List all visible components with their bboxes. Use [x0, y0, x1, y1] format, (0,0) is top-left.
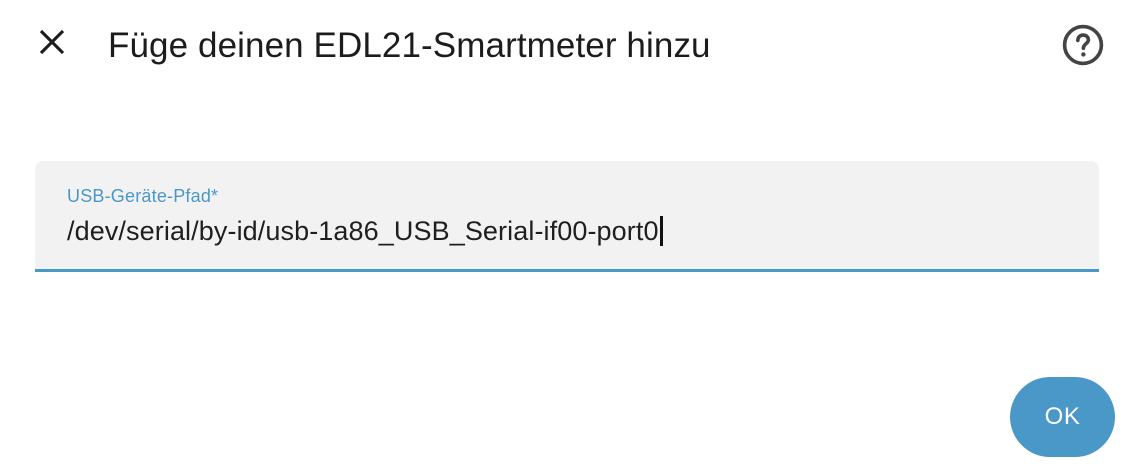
usb-path-field[interactable]: USB-Geräte-Pfad* /dev/serial/by-id/usb-1…: [35, 161, 1099, 272]
text-cursor: [659, 216, 663, 246]
help-circle-icon: [1060, 22, 1106, 73]
dialog-title: Füge deinen EDL21-Smartmeter hinzu: [108, 26, 711, 65]
close-button[interactable]: [30, 20, 74, 68]
add-edl21-dialog: Füge deinen EDL21-Smartmeter hinzu USB-G…: [0, 0, 1128, 476]
help-button[interactable]: [1058, 22, 1108, 72]
ok-button[interactable]: OK: [1010, 377, 1115, 457]
usb-path-label: USB-Geräte-Pfad*: [67, 186, 219, 206]
close-icon: [35, 25, 69, 64]
usb-path-value: /dev/serial/by-id/usb-1a86_USB_Serial-if…: [67, 216, 659, 246]
usb-path-input[interactable]: /dev/serial/by-id/usb-1a86_USB_Serial-if…: [67, 211, 1067, 251]
